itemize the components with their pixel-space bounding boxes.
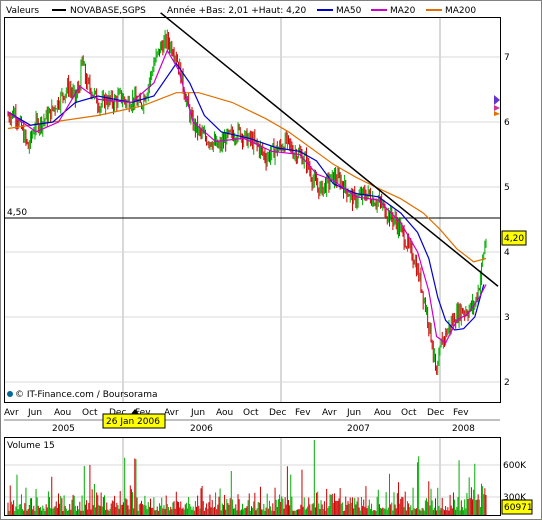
x-month-label: Oct xyxy=(401,408,417,418)
x-month-label: Aou xyxy=(54,408,71,418)
last-volume-badge: 60971 xyxy=(501,499,533,515)
y-tick-label: 5 xyxy=(504,183,510,193)
volume-label: Volume 15 xyxy=(7,441,55,451)
x-month-label: Oct xyxy=(82,408,98,418)
legend-item-ma200: MA200 xyxy=(445,6,476,16)
x-month-label: Avr xyxy=(322,408,337,418)
y-tick-label: 7 xyxy=(504,53,510,63)
x-month-label: Aou xyxy=(216,408,233,418)
legend-label: Valeurs xyxy=(6,6,39,16)
last-price-label: 4,20 xyxy=(504,234,524,244)
x-month-label: Jun xyxy=(27,408,42,418)
legend-item-ma20: MA20 xyxy=(390,6,416,16)
legend-stats: Année +Bas: 2,01 +Haut: 4,20 xyxy=(167,5,306,16)
x-month-label: Aou xyxy=(374,408,391,418)
price-panel xyxy=(4,17,501,403)
y-tick-label: 4 xyxy=(504,248,510,258)
y-tick-label: 3 xyxy=(504,313,510,323)
x-month-label: Avr xyxy=(164,408,179,418)
x-year-label: 2008 xyxy=(452,424,475,434)
date-marker-label: 26 Jan 2006 xyxy=(106,417,160,427)
y-tick-label: 2 xyxy=(504,378,510,388)
x-month-label: Dec xyxy=(427,408,444,418)
x-month-label: Avr xyxy=(4,408,19,418)
last-volume-label: 60971 xyxy=(504,503,533,513)
x-year-label: 2006 xyxy=(190,424,213,434)
legend-item-price: NOVABASE,SGPS xyxy=(70,6,146,16)
legend-item-ma50: MA50 xyxy=(336,6,362,16)
last-price-badge: 4,20 xyxy=(501,230,527,246)
y-tick-label: 6 xyxy=(504,118,510,128)
x-month-label: Fev xyxy=(453,408,469,418)
x-month-label: Oct xyxy=(243,408,259,418)
source-credit: © IT-Finance.com / Boursorama xyxy=(7,390,157,400)
x-year-label: 2007 xyxy=(347,424,370,434)
source-label: © IT-Finance.com / Boursorama xyxy=(15,390,157,400)
x-month-label: Jun xyxy=(190,408,205,418)
x-month-label: Fev xyxy=(295,408,311,418)
x-year-label: 2005 xyxy=(52,424,75,434)
reference-line-label: 4,50 xyxy=(7,208,27,218)
x-month-label: Dec xyxy=(269,408,286,418)
x-month-label: Jun xyxy=(346,408,361,418)
stock-chart: Valeurs NOVABASE,SGPS Année +Bas: 2,01 +… xyxy=(0,0,542,520)
volume-tick-600k: 600K xyxy=(503,461,527,471)
legend: Valeurs NOVABASE,SGPS Année +Bas: 2,01 +… xyxy=(6,5,476,16)
